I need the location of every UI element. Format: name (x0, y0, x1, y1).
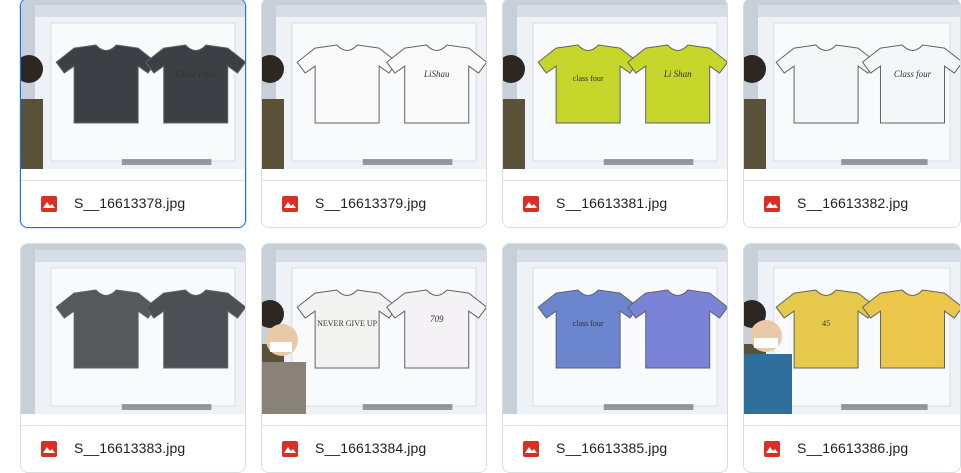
file-caption[interactable]: S__16613385.jpg (503, 425, 727, 472)
image-thumbnail[interactable]: 45 (744, 244, 960, 414)
file-caption[interactable]: S__16613378.jpg (21, 180, 245, 227)
svg-text:45: 45 (822, 319, 830, 328)
file-name: S__16613379.jpg (315, 195, 427, 211)
image-thumbnail[interactable]: Class four (744, 0, 960, 169)
photo-thumbnail: 45 (744, 244, 960, 414)
photo-thumbnail: Clase Four (21, 0, 245, 169)
file-card[interactable]: LiShau S__16613379.jpg (261, 0, 487, 228)
file-card[interactable]: class four Li Shan S__16613381.jpg (502, 0, 728, 228)
image-file-icon (764, 196, 780, 212)
file-name: S__16613378.jpg (74, 195, 186, 211)
file-card[interactable]: NEVER GIVE UP 709 S__16613384.jpg (261, 243, 487, 473)
svg-text:NEVER GIVE UP: NEVER GIVE UP (317, 319, 378, 328)
file-grid: Clase Four S__16613378.jpg LiShau S__166… (0, 0, 961, 473)
file-caption[interactable]: S__16613382.jpg (744, 180, 960, 227)
file-caption[interactable]: S__16613384.jpg (262, 425, 486, 472)
file-card[interactable]: class four S__16613385.jpg (502, 243, 728, 473)
image-file-icon (764, 441, 780, 457)
image-file-icon (41, 441, 57, 457)
photo-thumbnail: Class four (744, 0, 960, 169)
file-card[interactable]: S__16613383.jpg (20, 243, 246, 473)
image-file-icon (282, 196, 298, 212)
photo-thumbnail (21, 244, 245, 414)
svg-text:709: 709 (430, 314, 444, 324)
file-name: S__16613383.jpg (74, 440, 186, 456)
image-thumbnail[interactable]: class four (503, 244, 727, 414)
file-caption[interactable]: S__16613383.jpg (21, 425, 245, 472)
image-file-icon (282, 441, 298, 457)
file-name: S__16613385.jpg (556, 440, 668, 456)
photo-thumbnail: LiShau (262, 0, 486, 169)
file-name: S__16613381.jpg (556, 195, 668, 211)
file-card[interactable]: Clase Four S__16613378.jpg (20, 0, 246, 228)
file-caption[interactable]: S__16613379.jpg (262, 180, 486, 227)
image-thumbnail[interactable]: Clase Four (21, 0, 245, 169)
svg-text:LiShau: LiShau (423, 69, 450, 79)
file-caption[interactable]: S__16613386.jpg (744, 425, 960, 472)
file-name: S__16613382.jpg (797, 195, 909, 211)
file-card[interactable]: 45 S__16613386.jpg (743, 243, 961, 473)
file-card[interactable]: Class four S__16613382.jpg (743, 0, 961, 228)
image-thumbnail[interactable]: class four Li Shan (503, 0, 727, 169)
file-name: S__16613386.jpg (797, 440, 909, 456)
photo-thumbnail: class four Li Shan (503, 0, 727, 169)
image-thumbnail[interactable]: LiShau (262, 0, 486, 169)
photo-thumbnail: NEVER GIVE UP 709 (262, 244, 486, 414)
image-file-icon (523, 441, 539, 457)
file-name: S__16613384.jpg (315, 440, 427, 456)
image-file-icon (523, 196, 539, 212)
svg-text:Class four: Class four (894, 69, 932, 79)
svg-text:Clase Four: Clase Four (175, 69, 216, 79)
svg-text:class four: class four (573, 319, 604, 328)
svg-text:class four: class four (573, 74, 604, 83)
image-thumbnail[interactable] (21, 244, 245, 414)
photo-thumbnail: class four (503, 244, 727, 414)
svg-text:Li Shan: Li Shan (663, 69, 692, 79)
file-caption[interactable]: S__16613381.jpg (503, 180, 727, 227)
image-thumbnail[interactable]: NEVER GIVE UP 709 (262, 244, 486, 414)
image-file-icon (41, 196, 57, 212)
